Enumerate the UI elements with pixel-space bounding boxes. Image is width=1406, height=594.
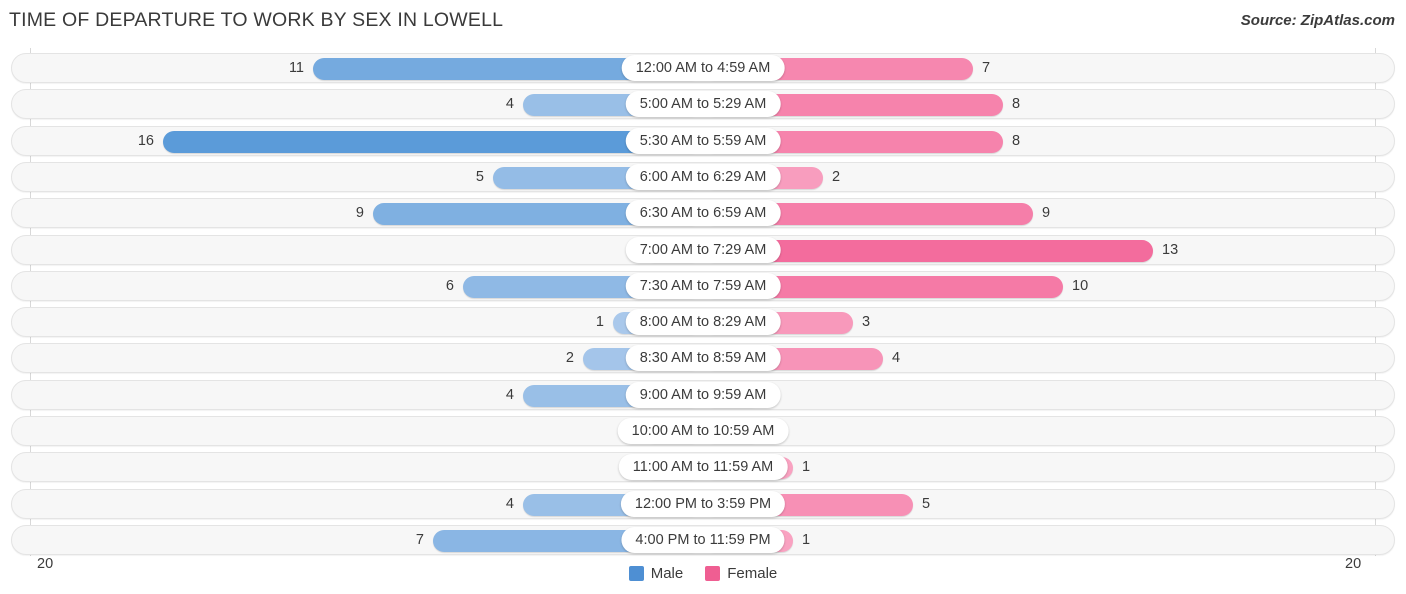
category-label: 6:00 AM to 6:29 AM (625, 163, 781, 190)
bar-value-female: 8 (1012, 132, 1021, 149)
table-row[interactable]: 5 2 6:00 AM to 6:29 AM (11, 161, 1395, 192)
legend-swatch-icon (705, 565, 721, 581)
legend-label: Female (727, 564, 778, 582)
category-label: 5:30 AM to 5:59 AM (625, 127, 781, 154)
bar-value-female: 8 (1012, 96, 1021, 113)
source-attribution: Source: ZipAtlas.com (1240, 12, 1395, 29)
bar-value-female: 1 (802, 531, 811, 548)
table-row[interactable]: 0137:00 AM to 7:29 AM (11, 234, 1395, 265)
bar-value-male: 5 (475, 168, 484, 185)
table-row[interactable]: 6 10 7:30 AM to 7:59 AM (11, 270, 1395, 301)
bar-value-male: 9 (355, 204, 364, 221)
chart-plot-area: 11 7 12:00 AM to 4:59 AM 4 8 5:00 AM to 5:29 … (0, 44, 1406, 556)
category-label: 10:00 AM to 10:59 AM (617, 418, 789, 444)
category-label: 7:30 AM to 7:59 AM (625, 272, 781, 299)
chart-legend: Male Female (0, 552, 1406, 594)
bar-value-female: 7 (982, 59, 991, 76)
table-row[interactable]: 409:00 AM to 9:59 AM (11, 379, 1395, 410)
table-row[interactable]: 7 1 4:00 PM to 11:59 PM (11, 524, 1395, 555)
legend-swatch-icon (628, 565, 644, 581)
category-label: 11:00 AM to 11:59 AM (618, 454, 788, 481)
bar-value-male: 11 (288, 59, 304, 76)
bar-value-female: 5 (922, 495, 931, 512)
bar-value-male: 1 (595, 313, 604, 330)
bar-value-male: 4 (505, 495, 514, 512)
category-label: 6:30 AM to 6:59 AM (625, 200, 781, 227)
legend-label: Male (650, 564, 684, 582)
category-label: 12:00 PM to 3:59 PM (620, 490, 786, 517)
bar-value-male: 6 (445, 277, 454, 294)
bar-value-female: 4 (892, 350, 901, 367)
chart-footer: 20 20 Male Female (0, 552, 1406, 594)
category-label: 7:00 AM to 7:29 AM (625, 236, 781, 263)
legend-item-female[interactable]: Female (705, 565, 777, 582)
bar-value-female: 9 (1042, 204, 1051, 221)
category-label: 5:00 AM to 5:29 AM (625, 91, 781, 118)
bar-value-female: 2 (832, 168, 841, 185)
table-row[interactable]: 2 4 8:30 AM to 8:59 AM (11, 343, 1395, 374)
category-label: 8:00 AM to 8:29 AM (625, 309, 781, 336)
bar-value-male: 7 (415, 531, 424, 548)
category-label: 12:00 AM to 4:59 AM (621, 55, 785, 81)
bar-value-male: 4 (505, 386, 514, 403)
category-label: 9:00 AM to 9:59 AM (625, 381, 781, 408)
bar-value-male: 16 (137, 132, 154, 149)
table-row[interactable]: 9 9 6:30 AM to 6:59 AM (11, 198, 1395, 229)
bar-value-male: 2 (565, 350, 574, 367)
legend-item-male[interactable]: Male (628, 564, 684, 582)
bar-value-female: 10 (1072, 277, 1089, 294)
bar-value-female: 3 (862, 313, 871, 330)
page-title: TIME OF DEPARTURE TO WORK BY SEX IN LOWE… (9, 9, 504, 31)
table-row[interactable]: 0010:00 AM to 10:59 AM (11, 416, 1395, 446)
category-label: 4:00 PM to 11:59 PM (621, 526, 785, 553)
table-row[interactable]: 4 5 12:00 PM to 3:59 PM (11, 488, 1395, 519)
bar-value-female: 13 (1162, 241, 1179, 258)
table-row[interactable]: 16 8 5:30 AM to 5:59 AM (11, 125, 1395, 156)
chart-header: TIME OF DEPARTURE TO WORK BY SEX IN LOWE… (0, 0, 1406, 44)
bar-male[interactable] (163, 130, 703, 153)
table-row[interactable]: 4 8 5:00 AM to 5:29 AM (11, 89, 1395, 120)
bar-value-female: 1 (802, 459, 811, 476)
category-label: 8:30 AM to 8:59 AM (625, 345, 781, 372)
table-row[interactable]: 0111:00 AM to 11:59 AM (11, 452, 1395, 483)
table-row[interactable]: 1 3 8:00 AM to 8:29 AM (11, 307, 1395, 338)
table-row[interactable]: 11 7 12:00 AM to 4:59 AM (11, 53, 1395, 83)
bar-value-male: 4 (505, 96, 514, 113)
